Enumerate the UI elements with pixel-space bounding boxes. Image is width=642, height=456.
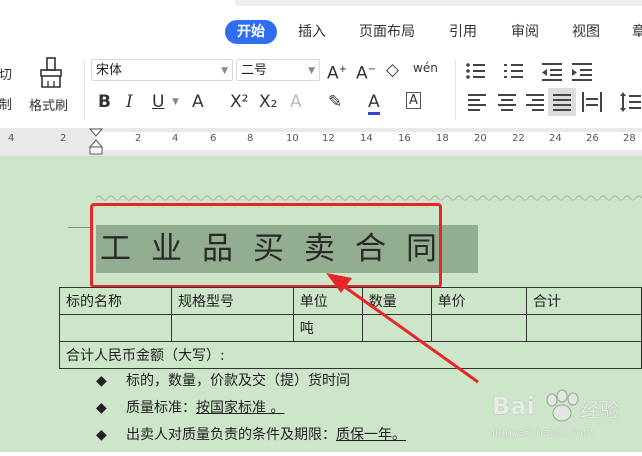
ribbon-toolbar: 剪切 复制 格式刷 宋体 ▼ 二号 ▼ A+ A− ◇ wén B I U ▼ …: [0, 52, 642, 128]
font-effect-icon[interactable]: A: [192, 92, 204, 112]
italic-icon[interactable]: I: [126, 92, 133, 112]
char-border-icon[interactable]: A: [406, 92, 421, 109]
text-effect-icon[interactable]: A: [290, 92, 302, 112]
watermark-suffix: 经验: [580, 398, 620, 422]
align-right-icon: [526, 94, 544, 111]
tab-page-layout[interactable]: 页面布局: [359, 20, 415, 44]
font-size-value: 二号: [241, 63, 268, 78]
font-size-select[interactable]: 二号 ▼: [236, 59, 320, 81]
chevron-down-icon: ▼: [221, 66, 228, 76]
ruler-number: 2: [60, 133, 67, 144]
ruler-number: 24: [549, 133, 562, 144]
subscript-icon[interactable]: X₂: [259, 92, 277, 112]
ruler-number: 16: [398, 133, 411, 144]
distributed-icon: [582, 92, 602, 112]
ruler-number: 20: [474, 133, 487, 144]
divider: [84, 60, 85, 120]
shrink-font-icon[interactable]: A−: [356, 60, 376, 84]
ruler-number: 26: [586, 133, 599, 144]
title-strip: [235, 0, 642, 6]
ruler-number: 18: [436, 133, 449, 144]
highlight-icon[interactable]: ✎: [328, 92, 342, 112]
horizontal-ruler[interactable]: 4 2 2 4 6 8 10 12 14 16 18 20 22 24 26 28: [0, 128, 642, 157]
underline-icon[interactable]: U: [152, 92, 164, 112]
bold-icon[interactable]: B: [98, 92, 111, 112]
indent-marker-icon[interactable]: [89, 128, 103, 156]
font-name-select[interactable]: 宋体 ▼: [91, 59, 233, 81]
watermark-url: jingyan.baidu.com: [492, 426, 594, 439]
ruler-number: 28: [623, 133, 636, 144]
font-color-icon[interactable]: A: [368, 92, 380, 115]
tab-home[interactable]: 开始: [225, 20, 277, 44]
ruler-number: 6: [210, 133, 217, 144]
decrease-indent-icon: [542, 63, 562, 81]
format-painter-label: 格式刷: [29, 99, 69, 114]
ruler-number: 14: [360, 133, 373, 144]
menu-tabs-bar: 开始 插入 页面布局 引用 审阅 视图 章: [0, 0, 642, 52]
ruler-number: 4: [172, 133, 179, 144]
ruler-number: 8: [247, 133, 254, 144]
font-name-value: 宋体: [96, 63, 123, 78]
ruler-number: 2: [135, 133, 142, 144]
clear-format-icon[interactable]: ◇: [386, 60, 399, 80]
brush-icon: [40, 57, 62, 88]
paragraph-tools[interactable]: [464, 60, 642, 124]
numbered-list-icon: [504, 64, 523, 78]
chevron-down-icon[interactable]: ▼: [172, 92, 179, 112]
ruler-number: 10: [286, 133, 299, 144]
align-left-icon: [468, 94, 486, 111]
grow-font-icon[interactable]: A+: [327, 60, 347, 84]
tab-references[interactable]: 引用: [449, 20, 477, 44]
document-canvas[interactable]: 工业品买卖合同 标的名称 规格型号 单位 数量 单价 合计 吨 合计人民币金额（…: [0, 157, 642, 452]
chevron-down-icon: ▼: [308, 66, 315, 76]
tab-review[interactable]: 审阅: [511, 20, 539, 44]
ruler-number: 4: [8, 133, 15, 144]
ruler-number: 22: [512, 133, 525, 144]
pinyin-icon[interactable]: wén: [413, 58, 438, 78]
copy-button[interactable]: 复制: [0, 94, 12, 113]
ruler-number: 12: [322, 133, 335, 144]
tab-insert[interactable]: 插入: [298, 20, 326, 44]
cut-button[interactable]: 剪切: [0, 64, 12, 83]
tab-view[interactable]: 视图: [572, 20, 600, 44]
superscript-icon[interactable]: X²: [230, 92, 248, 112]
watermark-brand: Bai: [492, 392, 535, 420]
divider: [455, 60, 456, 120]
baidu-watermark: Bai 经验 jingyan.baidu.com: [492, 386, 642, 452]
align-center-icon: [498, 94, 516, 111]
bullet-list-icon: [466, 63, 485, 79]
line-spacing-icon: [620, 92, 641, 112]
increase-indent-icon: [572, 63, 592, 81]
tab-chapter[interactable]: 章: [632, 20, 642, 44]
